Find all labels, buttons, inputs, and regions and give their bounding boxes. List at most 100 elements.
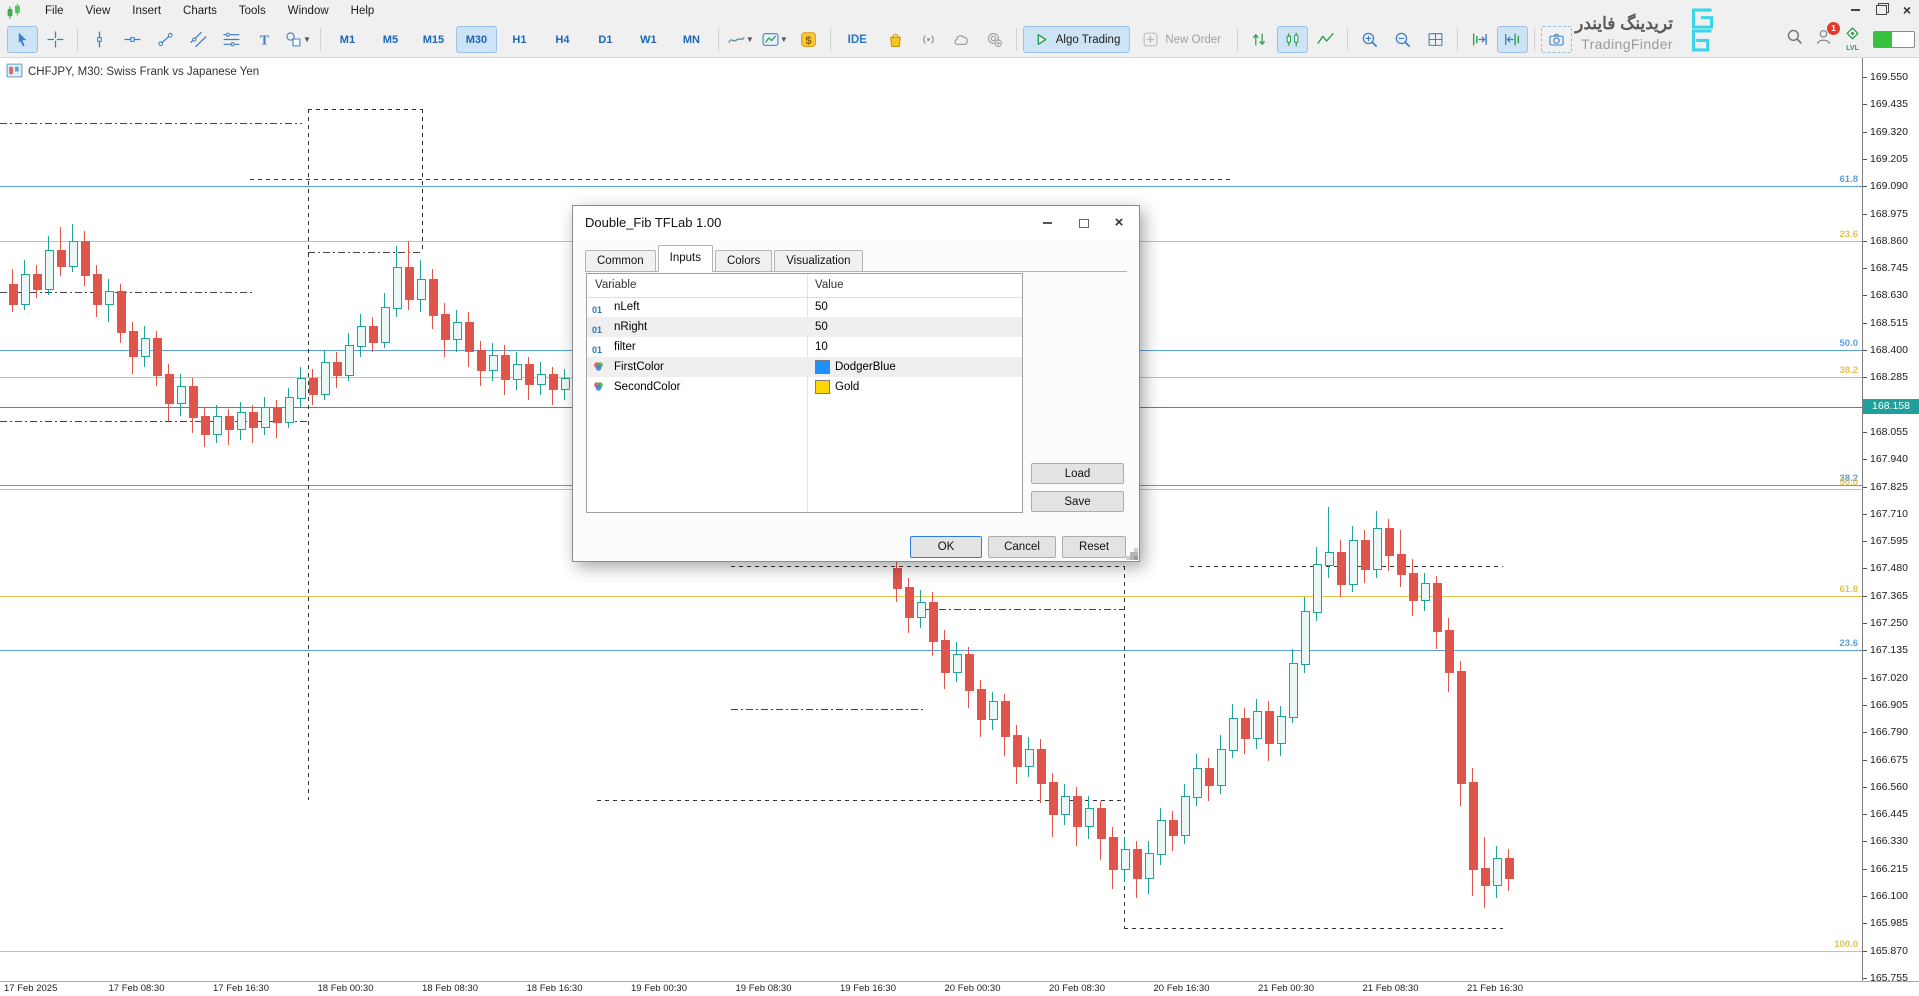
line-view-button[interactable]: [1310, 26, 1341, 53]
timeframe-d1-button[interactable]: D1: [585, 26, 626, 53]
param-name: FirstColor: [614, 357, 664, 377]
zoom-out-button[interactable]: [1387, 26, 1418, 53]
window-close-button[interactable]: ×: [1903, 5, 1911, 15]
window-minimize-button[interactable]: [1851, 9, 1860, 11]
profile-icon[interactable]: 1: [1815, 28, 1832, 50]
sort-ticks-button[interactable]: [1244, 26, 1275, 53]
shapes-tool[interactable]: ▼: [282, 26, 314, 53]
indicator-dashed-segment: [924, 609, 1124, 610]
level-indicator[interactable]: LVL: [1844, 26, 1861, 52]
tab-inputs[interactable]: Inputs: [658, 245, 713, 272]
tab-colors[interactable]: Colors: [715, 250, 772, 271]
toolbar-separator: [1534, 28, 1535, 51]
shift-end-button[interactable]: [1497, 26, 1528, 53]
deposit-button[interactable]: $: [793, 26, 824, 53]
tile-windows-button[interactable]: [1420, 26, 1451, 53]
channel-tool[interactable]: [183, 26, 214, 53]
cursor-tool[interactable]: [7, 26, 38, 53]
param-row-nLeft[interactable]: 01nLeft50: [587, 297, 1022, 317]
param-value[interactable]: 10: [815, 337, 828, 357]
signals-button[interactable]: [979, 26, 1010, 53]
timeframe-m5-button[interactable]: M5: [370, 26, 411, 53]
fib-gold-line-100.0[interactable]: [0, 951, 1863, 952]
horizontal-line-tool[interactable]: [117, 26, 148, 53]
menu-tools[interactable]: Tools: [228, 3, 277, 19]
level-diamond-icon: [1844, 26, 1861, 47]
price-label: 166.445: [1870, 808, 1908, 820]
fibonacci-tool[interactable]: [216, 26, 247, 53]
new-order-button[interactable]: New Order: [1132, 26, 1231, 53]
price-label: 169.205: [1870, 153, 1908, 165]
price-label: 168.055: [1870, 426, 1908, 438]
param-value[interactable]: DodgerBlue: [815, 357, 896, 377]
cancel-button[interactable]: Cancel: [988, 536, 1056, 558]
dialog-close-button[interactable]: ×: [1111, 216, 1127, 230]
trendline-tool[interactable]: [150, 26, 181, 53]
zoom-in-button[interactable]: [1354, 26, 1385, 53]
price-label: 166.905: [1870, 699, 1908, 711]
param-value[interactable]: 50: [815, 317, 828, 337]
market-button[interactable]: [880, 26, 911, 53]
indicator-dashed-segment: [1124, 928, 1503, 929]
price-label: 168.975: [1870, 208, 1908, 220]
menu-view[interactable]: View: [75, 3, 122, 19]
time-axis[interactable]: 17 Feb 202517 Feb 08:3017 Feb 16:3018 Fe…: [0, 981, 1919, 996]
price-tick: [1863, 487, 1867, 488]
menu-charts[interactable]: Charts: [172, 3, 228, 19]
timeframe-w1-button[interactable]: W1: [628, 26, 669, 53]
menu-file[interactable]: File: [34, 3, 75, 19]
shift-chart-right-button[interactable]: [1464, 26, 1495, 53]
param-row-nRight[interactable]: 01nRight50: [587, 317, 1022, 337]
timeframe-m1-button[interactable]: M1: [327, 26, 368, 53]
time-label: 20 Feb 08:30: [1049, 983, 1105, 994]
param-value[interactable]: 50: [815, 297, 828, 317]
numeric-param-icon: 01: [592, 300, 608, 314]
price-axis[interactable]: 169.550169.435169.320169.205169.090168.9…: [1862, 58, 1919, 982]
cloud-button[interactable]: [946, 26, 977, 53]
algo-trading-button[interactable]: Algo Trading: [1023, 26, 1131, 53]
reset-button[interactable]: Reset: [1062, 536, 1126, 558]
indicators-menu[interactable]: ▼: [759, 26, 791, 53]
price-tick: [1863, 350, 1867, 351]
ok-button[interactable]: OK: [910, 536, 982, 558]
text-tool[interactable]: T: [249, 26, 280, 53]
menu-help[interactable]: Help: [340, 3, 386, 19]
window-restore-button[interactable]: [1876, 5, 1887, 15]
search-icon[interactable]: [1786, 28, 1803, 50]
tab-visualization[interactable]: Visualization: [774, 250, 862, 271]
menu-insert[interactable]: Insert: [121, 3, 172, 19]
dialog-resize-grip[interactable]: [1134, 556, 1138, 560]
timeframe-m30-button[interactable]: M30: [456, 26, 497, 53]
param-row-filter[interactable]: 01filter10: [587, 337, 1022, 357]
save-button[interactable]: Save: [1031, 491, 1124, 512]
candlestick-view-button[interactable]: [1277, 26, 1308, 53]
menu-window[interactable]: Window: [277, 3, 340, 19]
broadcast-button[interactable]: [913, 26, 944, 53]
vertical-line-tool[interactable]: [84, 26, 115, 53]
dialog-title-bar[interactable]: Double_Fib TFLab 1.00 ×: [573, 206, 1139, 240]
chart-type-line[interactable]: ▼: [725, 26, 757, 53]
ide-button[interactable]: IDE: [837, 26, 878, 53]
timeframe-h1-button[interactable]: H1: [499, 26, 540, 53]
fib-gold-label-100.0: 100.0: [1834, 939, 1858, 950]
svg-text:$: $: [805, 35, 812, 47]
timeframe-mn-button[interactable]: MN: [671, 26, 712, 53]
param-row-SecondColor[interactable]: SecondColorGold: [587, 377, 1022, 397]
price-tick: [1863, 596, 1867, 597]
dialog-minimize-button[interactable]: [1039, 216, 1055, 230]
time-label: 17 Feb 08:30: [109, 983, 165, 994]
load-button[interactable]: Load: [1031, 463, 1124, 484]
price-label: 167.480: [1870, 562, 1908, 574]
inputs-table[interactable]: Variable Value 01nLeft5001nRight5001filt…: [586, 273, 1023, 513]
timeframe-m15-button[interactable]: M15: [413, 26, 454, 53]
param-value[interactable]: Gold: [815, 377, 859, 397]
timeframe-h4-button[interactable]: H4: [542, 26, 583, 53]
screenshot-button[interactable]: [1541, 26, 1572, 53]
time-label: 19 Feb 08:30: [736, 983, 792, 994]
numeric-param-icon: 01: [592, 340, 608, 354]
dialog-maximize-button[interactable]: [1076, 216, 1092, 230]
param-row-FirstColor[interactable]: FirstColor DodgerBlue: [587, 357, 1022, 377]
fib-dodgerblue-line-61.8[interactable]: [0, 186, 1863, 187]
tab-common[interactable]: Common: [585, 250, 656, 271]
crosshair-tool[interactable]: [40, 26, 71, 53]
